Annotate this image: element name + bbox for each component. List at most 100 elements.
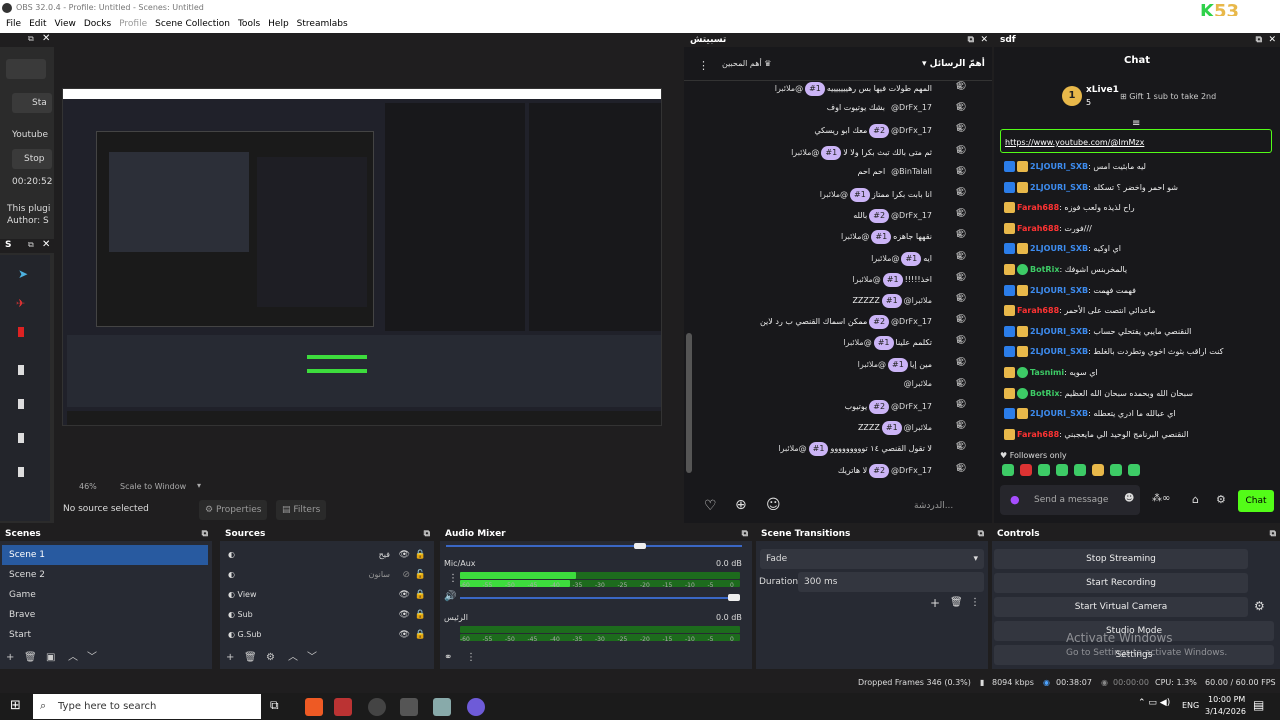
menu-tools[interactable]: Tools — [238, 16, 260, 33]
app-icon[interactable] — [334, 698, 352, 716]
link-icon[interactable]: ⚭ — [444, 652, 452, 663]
close-icon[interactable]: ✕ — [42, 239, 50, 250]
lock-icon[interactable]: 🔒 — [415, 625, 426, 645]
scene-item[interactable]: Scene 2 — [2, 565, 208, 585]
kick-username[interactable]: 2LJOURI_SXB — [1030, 286, 1088, 295]
top-supporters-button[interactable]: أهم المحبين ♛ — [722, 59, 771, 68]
volume-slider-top[interactable] — [446, 545, 742, 547]
stop-streaming-button[interactable]: Stop Streaming — [994, 549, 1248, 569]
language-indicator[interactable]: ENG — [1182, 701, 1199, 710]
mic-icon[interactable]: ● — [1010, 493, 1020, 506]
kick-username[interactable]: 2LJOURI_SXB — [1030, 327, 1088, 336]
properties-button[interactable]: ⚙ Properties — [199, 500, 268, 520]
chat-user[interactable]: @DrFx_17 — [891, 317, 932, 326]
float-icon[interactable]: ⧉ — [742, 527, 748, 541]
clock-time[interactable]: 10:00 PM — [1208, 695, 1245, 704]
app-icon[interactable] — [400, 698, 418, 716]
emoji-icon[interactable]: ☺ — [766, 497, 781, 513]
chat-user[interactable]: @ملائبرا — [871, 254, 899, 263]
eye-hidden-icon[interactable]: ⊘ — [402, 565, 410, 585]
chat-user[interactable]: @ملائبرا — [841, 232, 869, 241]
kick-username[interactable]: 2LJOURI_SXB — [1030, 347, 1088, 356]
close-icon[interactable]: ✕ — [1268, 33, 1276, 47]
menu-view[interactable]: View — [55, 16, 76, 33]
more-icon[interactable]: ⋮ — [698, 59, 709, 72]
more-icon[interactable]: ⋮ — [448, 573, 458, 584]
float-icon[interactable]: ⧉ — [1270, 527, 1276, 541]
chat-user[interactable]: @DrFx_17 — [891, 126, 932, 135]
speaker-icon[interactable]: 🔊 — [444, 591, 456, 602]
kick-username[interactable]: 2LJOURI_SXB — [1030, 183, 1088, 192]
scene-item[interactable]: Game — [2, 585, 208, 605]
pinned-link[interactable]: https://www.youtube.com/@ImMzx — [1000, 129, 1272, 153]
add-icon[interactable]: + — [930, 596, 940, 610]
menu-file[interactable]: File — [6, 16, 21, 33]
lock-icon[interactable]: 🔒 — [415, 585, 426, 605]
float-icon[interactable]: ⧉ — [1256, 33, 1262, 47]
chat-user[interactable]: @DrFx_17 — [891, 103, 932, 112]
kick-username[interactable]: Farah688 — [1017, 203, 1059, 212]
kick-username[interactable]: 2LJOURI_SXB — [1030, 162, 1088, 171]
float-icon[interactable]: ⧉ — [978, 527, 984, 541]
chat-user[interactable]: @ملائبرا — [904, 379, 932, 388]
chat-user[interactable]: @BinTalall — [891, 167, 932, 176]
scale-mode[interactable]: Scale to Window — [120, 482, 186, 491]
notification-icon[interactable]: ▤ — [1253, 698, 1264, 712]
gear-icon[interactable]: ⚙ — [1216, 493, 1226, 506]
obs-icon[interactable] — [467, 698, 485, 716]
source-item[interactable]: ◐ G.Sub 👁 🔒 — [220, 625, 434, 645]
tray-icons[interactable]: ⌃ ▭ ◀) — [1138, 698, 1170, 708]
duration-input[interactable]: 300 ms — [798, 572, 984, 592]
chat-send-button[interactable]: Chat — [1238, 490, 1274, 512]
chat-user[interactable]: @DrFx_17 — [891, 466, 932, 475]
add-icon[interactable]: ⊕ — [735, 497, 747, 513]
kick-username[interactable]: 2LJOURI_SXB — [1030, 409, 1088, 418]
gear-icon[interactable]: ⚙ — [1254, 599, 1265, 613]
float-icon[interactable]: ⧉ — [28, 240, 34, 250]
gear-icon[interactable]: ⚙ — [266, 652, 275, 663]
send-icon[interactable]: ➤ — [18, 267, 28, 281]
chat-user[interactable]: @ملائبرا — [843, 338, 871, 347]
chat-user[interactable]: @DrFx_17 — [891, 211, 932, 220]
chat-user[interactable]: @ملائبرا — [820, 190, 848, 199]
eye-icon[interactable]: 👁 — [399, 585, 410, 605]
kick-username[interactable]: Farah688 — [1017, 306, 1059, 315]
eye-icon[interactable]: 👁 — [399, 625, 410, 645]
slider-handle[interactable] — [728, 594, 740, 601]
kick-username[interactable]: BotRix — [1030, 265, 1059, 274]
app-icon[interactable] — [368, 698, 386, 716]
chevron-down-icon[interactable]: ﹀ — [307, 648, 317, 663]
volume-slider[interactable] — [460, 597, 736, 599]
trash-icon[interactable]: 🗑 — [950, 597, 963, 608]
more-icon[interactable]: ⋮ — [466, 652, 476, 663]
emote-row[interactable] — [1002, 464, 1182, 478]
chat-user[interactable]: @ملائبرا — [904, 423, 932, 432]
chevron-up-icon[interactable]: ︿ — [68, 648, 78, 663]
float-icon[interactable]: ⧉ — [28, 34, 34, 44]
scene-item[interactable]: Scene 1 — [2, 545, 208, 565]
kick-username[interactable]: Tasnimi — [1030, 368, 1064, 377]
add-icon[interactable]: + — [6, 652, 14, 663]
chevron-down-icon[interactable]: ﹀ — [87, 648, 97, 663]
store-icon[interactable]: ⌂ — [1192, 493, 1199, 506]
trash-icon[interactable]: 🗑 — [24, 652, 37, 663]
transition-select[interactable]: Fade ▾ — [760, 549, 984, 569]
more-icon[interactable]: ⋮ — [970, 597, 980, 608]
kick-username[interactable]: Farah688 — [1017, 430, 1059, 439]
filters-button[interactable]: ▤ Filters — [276, 500, 327, 520]
close-icon[interactable]: ✕ — [980, 33, 988, 47]
scene-item[interactable]: Start — [2, 625, 208, 645]
source-item[interactable]: ◐ View 👁 🔒 — [220, 585, 434, 605]
kick-username[interactable]: 2LJOURI_SXB — [1030, 244, 1088, 253]
float-icon[interactable]: ⧉ — [424, 527, 430, 541]
chevron-down-icon[interactable]: ▾ — [197, 481, 201, 490]
chat-user[interactable]: @ملائبرا — [778, 444, 806, 453]
close-icon[interactable]: ✕ — [42, 33, 50, 44]
eye-icon[interactable]: 👁 — [399, 605, 410, 625]
start-button[interactable]: Sta — [12, 93, 52, 113]
chat-user[interactable]: @ملائبرا — [791, 148, 819, 157]
filter-dropdown[interactable]: ▾ أهمّ الرسائل — [922, 59, 985, 69]
kick-username[interactable]: BotRix — [1030, 389, 1059, 398]
menu-help[interactable]: Help — [268, 16, 289, 33]
lock-icon[interactable]: 🔒 — [415, 545, 426, 565]
